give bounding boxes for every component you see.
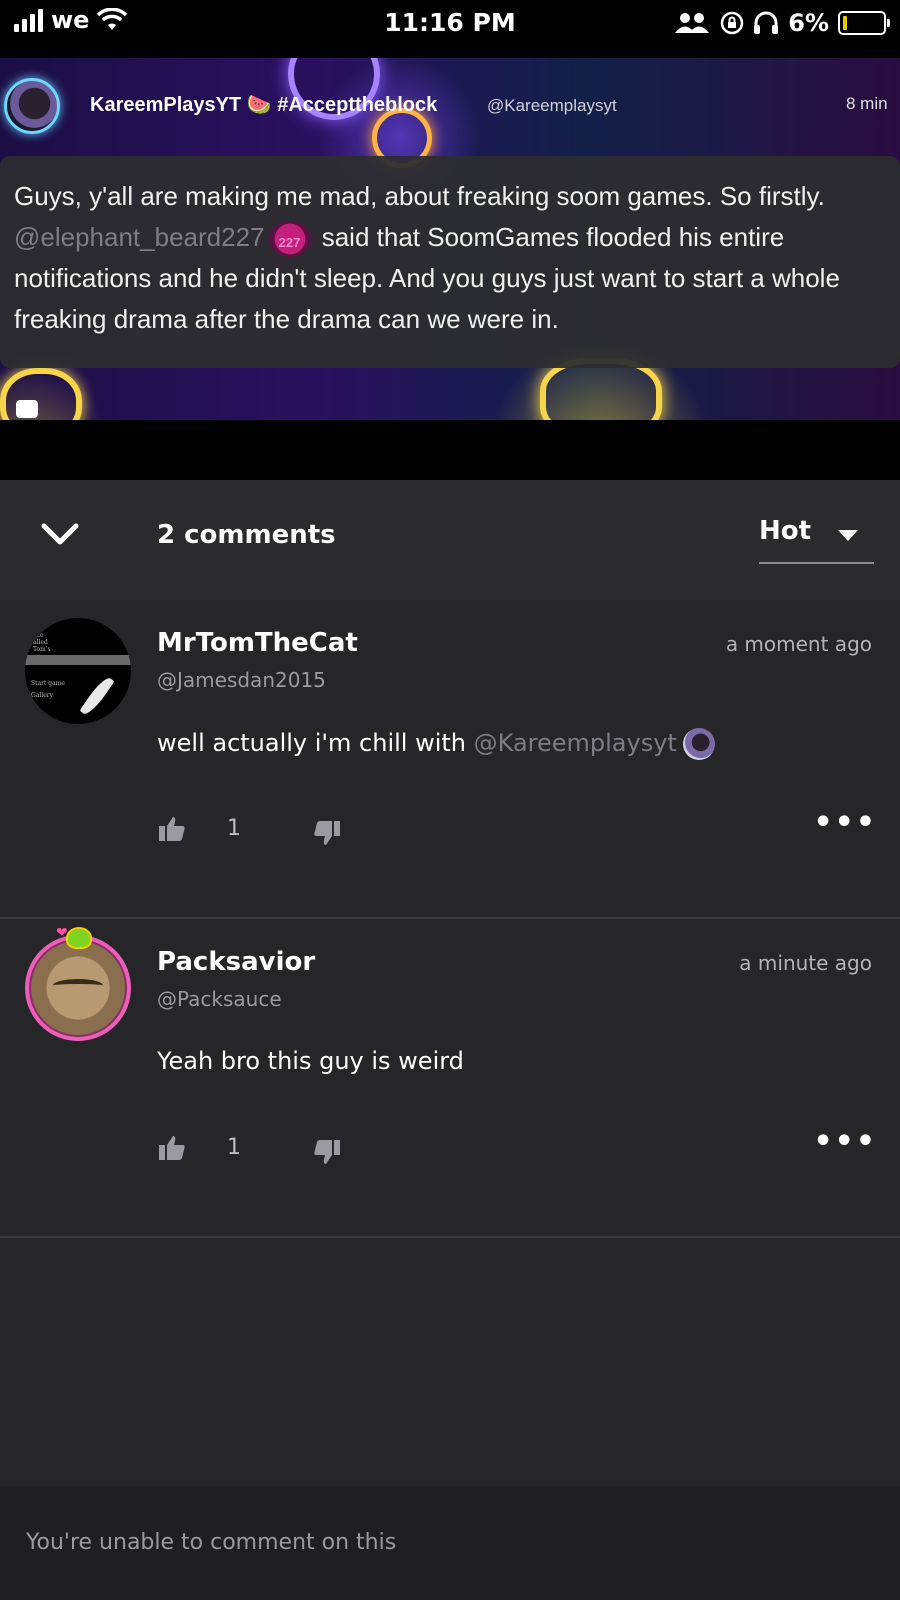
author-avatar[interactable] (4, 78, 60, 134)
divider-band (0, 420, 900, 480)
comments-header: 2 comments Hot (0, 480, 900, 600)
sort-label: Hot (759, 516, 812, 546)
background-decoration (0, 368, 82, 420)
comment-timestamp: a minute ago (739, 951, 872, 975)
comment-actions: 1 ••• (157, 808, 877, 848)
comment-author-handle[interactable]: @Packsauce (157, 987, 282, 1011)
comment-text: Yeah bro this guy is weird (157, 1047, 464, 1075)
comment-author-name[interactable]: Packsavior (157, 947, 315, 977)
thumbs-down-icon[interactable] (312, 1137, 342, 1167)
comment-text: well actually i'm chill with @Kareemplay… (157, 728, 715, 760)
comment-timestamp: a moment ago (725, 632, 872, 656)
comment-item: ace alled Tom's Start game Gallery MrTomTh… (0, 600, 900, 919)
comment-author-name[interactable]: MrTomTheCat (157, 628, 358, 658)
mention-link[interactable]: @elephant_beard227 (14, 222, 265, 252)
battery-icon (838, 11, 890, 35)
mention-avatar: 227 (268, 221, 311, 258)
avatar[interactable]: ace alled Tom's Start game Gallery (25, 618, 131, 724)
thumbs-up-icon[interactable] (157, 1133, 187, 1163)
comment-author-handle[interactable]: @Jamesdan2015 (157, 668, 326, 692)
chevron-down-icon[interactable] (40, 520, 80, 550)
like-count: 1 (227, 1135, 241, 1160)
caret-down-icon (838, 530, 858, 541)
post-card[interactable]: KareemPlaysYT 🍉 #Accepttheblock @Kareemp… (0, 58, 900, 420)
post-text-part: Guys, y'all are making me mad, about fre… (14, 181, 825, 211)
avatar[interactable] (25, 935, 131, 1041)
mention-avatar (682, 728, 715, 760)
comment-text-part: well actually i'm chill with (157, 729, 474, 757)
comment-input-bar: You're unable to comment on this (0, 1486, 900, 1600)
post-body: Guys, y'all are making me mad, about fre… (0, 156, 900, 368)
post-author-row: KareemPlaysYT 🍉 #Accepttheblock @Kareemp… (0, 78, 900, 138)
post-timestamp: 8 min (846, 94, 888, 113)
author-name[interactable]: KareemPlaysYT 🍉 #Accepttheblock (90, 92, 437, 117)
frog-badge-icon (66, 927, 92, 949)
comment-icon[interactable] (16, 400, 38, 418)
comments-count: 2 comments (157, 520, 336, 550)
status-right: 6% (673, 9, 890, 37)
author-handle[interactable]: @Kareemplaysyt (487, 96, 617, 116)
like-count: 1 (227, 816, 241, 841)
sort-dropdown[interactable]: Hot (759, 516, 874, 564)
more-icon[interactable]: ••• (813, 808, 877, 838)
post-text: Guys, y'all are making me mad, about fre… (14, 176, 894, 340)
thumbs-down-icon[interactable] (312, 818, 342, 848)
rotation-lock-icon (721, 11, 744, 35)
headphones-icon (754, 11, 779, 34)
comment-item: ❤ Packsavior @Packsauce a minute ago Yea… (0, 919, 900, 1238)
comment-actions: 1 ••• (157, 1127, 877, 1167)
mention-link[interactable]: @Kareemplaysyt (474, 729, 677, 757)
battery-percent: 6% (788, 9, 829, 37)
thumbs-up-icon[interactable] (157, 814, 187, 844)
status-bar: we 11:16 PM 6% (0, 0, 900, 58)
comment-disabled-message: You're unable to comment on this (26, 1530, 397, 1555)
more-icon[interactable]: ••• (813, 1127, 877, 1157)
people-icon (675, 13, 710, 33)
